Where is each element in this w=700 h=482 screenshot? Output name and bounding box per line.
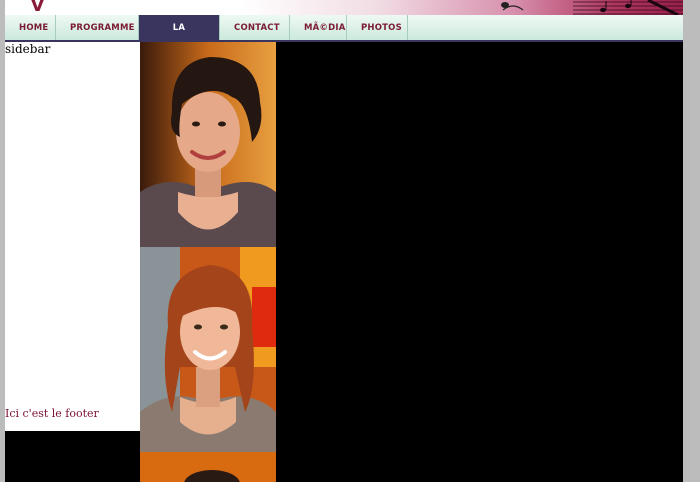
page-container: v HOME PROGRAMME LA CHORALE CONTACT MÃ©D… (5, 0, 683, 482)
nav-contact[interactable]: CONTACT (220, 15, 290, 40)
nav-filler (408, 15, 683, 40)
portrait-photo (140, 452, 276, 482)
nav-home[interactable]: HOME (5, 15, 56, 40)
portrait-photo (140, 42, 276, 247)
nav-media[interactable]: MÃ©DIA (290, 15, 347, 40)
sidebar-heading: sidebar (5, 42, 51, 56)
header-banner: v (5, 0, 683, 15)
logo[interactable]: v (31, 0, 44, 15)
sidebar: sidebar Ici c'est le footer (5, 42, 140, 431)
music-notes-icon (501, 0, 683, 15)
nav-programme[interactable]: PROGRAMME (56, 15, 139, 40)
nav-la-chorale[interactable]: LA CHORALE (139, 15, 220, 59)
portrait-photo (140, 247, 276, 452)
photo-column (140, 42, 276, 482)
main-nav: HOME PROGRAMME LA CHORALE CONTACT MÃ©DIA… (5, 15, 683, 59)
footer-text: Ici c'est le footer (5, 407, 99, 420)
nav-photos[interactable]: PHOTOS (347, 15, 408, 40)
